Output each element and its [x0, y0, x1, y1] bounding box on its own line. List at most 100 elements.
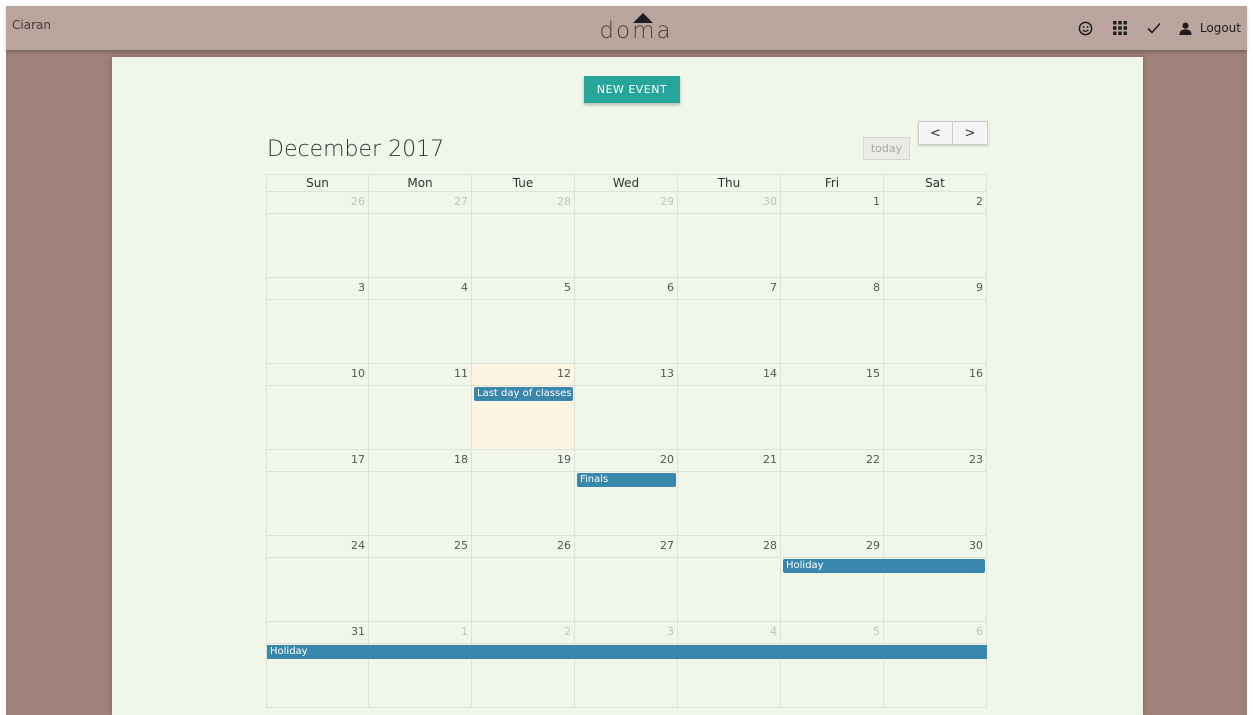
apps-grid-icon[interactable] [1109, 17, 1131, 39]
calendar-event[interactable]: Holiday [267, 645, 987, 659]
day-cell[interactable]: 18 [369, 450, 472, 536]
new-event-button[interactable]: NEW EVENT [584, 76, 680, 103]
day-number[interactable]: 2 [564, 625, 571, 638]
day-number[interactable]: 17 [351, 453, 365, 466]
day-cell[interactable]: 7 [678, 278, 781, 364]
day-number[interactable]: 12 [557, 367, 571, 380]
day-cell-today[interactable]: 12 [472, 364, 575, 450]
day-cell[interactable]: 30 [678, 192, 781, 278]
day-number[interactable]: 24 [351, 539, 365, 552]
day-cell[interactable]: 17 [266, 450, 369, 536]
day-number[interactable]: 1 [461, 625, 468, 638]
day-number[interactable]: 26 [351, 195, 365, 208]
day-number[interactable]: 1 [873, 195, 880, 208]
day-number[interactable]: 16 [969, 367, 983, 380]
day-number[interactable]: 29 [866, 539, 880, 552]
day-cell[interactable]: 22 [781, 450, 884, 536]
day-cell[interactable]: 30 [884, 536, 987, 622]
calendar-event[interactable]: Last day of classes [474, 387, 573, 401]
day-cell[interactable]: 2 [472, 622, 575, 708]
day-cell[interactable]: 25 [369, 536, 472, 622]
day-number[interactable]: 29 [660, 195, 674, 208]
day-number[interactable]: 4 [461, 281, 468, 294]
day-cell[interactable]: 2 [884, 192, 987, 278]
day-cell[interactable]: 13 [575, 364, 678, 450]
today-button[interactable]: today [863, 137, 910, 160]
day-number[interactable]: 15 [866, 367, 880, 380]
day-number[interactable]: 14 [763, 367, 777, 380]
day-cell[interactable]: 23 [884, 450, 987, 536]
day-cell[interactable]: 4 [369, 278, 472, 364]
day-number[interactable]: 22 [866, 453, 880, 466]
day-cell[interactable]: 28 [678, 536, 781, 622]
day-number[interactable]: 3 [667, 625, 674, 638]
day-cell[interactable]: 28 [472, 192, 575, 278]
day-number[interactable]: 6 [667, 281, 674, 294]
day-number[interactable]: 5 [873, 625, 880, 638]
day-cell[interactable]: 5 [472, 278, 575, 364]
day-cell[interactable]: 8 [781, 278, 884, 364]
day-number[interactable]: 25 [454, 539, 468, 552]
calendar-event[interactable]: Finals [577, 473, 676, 487]
day-cell[interactable]: 20 [575, 450, 678, 536]
day-cell[interactable]: 15 [781, 364, 884, 450]
user-name[interactable]: Ciaran [12, 18, 51, 32]
day-cell[interactable]: 4 [678, 622, 781, 708]
day-number[interactable]: 18 [454, 453, 468, 466]
day-cell[interactable]: 3 [575, 622, 678, 708]
day-cell[interactable]: 1 [781, 192, 884, 278]
day-number[interactable]: 7 [770, 281, 777, 294]
day-number[interactable]: 19 [557, 453, 571, 466]
day-number[interactable]: 23 [969, 453, 983, 466]
day-cell[interactable]: 19 [472, 450, 575, 536]
day-number[interactable]: 8 [873, 281, 880, 294]
day-number[interactable]: 4 [770, 625, 777, 638]
day-number[interactable]: 2 [976, 195, 983, 208]
day-number[interactable]: 9 [976, 281, 983, 294]
day-number[interactable]: 31 [351, 625, 365, 638]
day-cell[interactable]: 26 [266, 192, 369, 278]
day-cell[interactable]: 27 [369, 192, 472, 278]
day-cell[interactable]: 29 [575, 192, 678, 278]
day-cell[interactable]: 29 [781, 536, 884, 622]
day-cell[interactable]: 3 [266, 278, 369, 364]
day-cell[interactable]: 6 [884, 622, 987, 708]
day-number[interactable]: 20 [660, 453, 674, 466]
check-icon[interactable] [1143, 17, 1165, 39]
brand-logo[interactable]: doma [591, 13, 681, 50]
day-cell[interactable]: 9 [884, 278, 987, 364]
calendar-event[interactable]: Holiday [783, 559, 985, 573]
day-number[interactable]: 30 [763, 195, 777, 208]
day-number[interactable]: 3 [358, 281, 365, 294]
prev-month-button[interactable]: < [918, 121, 953, 145]
day-number[interactable]: 10 [351, 367, 365, 380]
logout-link[interactable]: Logout [1179, 21, 1241, 35]
day-cell[interactable]: 14 [678, 364, 781, 450]
day-number[interactable]: 27 [454, 195, 468, 208]
day-number[interactable]: 5 [564, 281, 571, 294]
day-cell[interactable]: 16 [884, 364, 987, 450]
next-month-button[interactable]: > [953, 121, 988, 145]
day-cell[interactable]: 10 [266, 364, 369, 450]
day-number[interactable]: 27 [660, 539, 674, 552]
day-cell[interactable]: 11 [369, 364, 472, 450]
day-cell[interactable]: 21 [678, 450, 781, 536]
day-number[interactable]: 30 [969, 539, 983, 552]
day-of-week-sun: Sun [266, 174, 369, 192]
day-cell[interactable]: 27 [575, 536, 678, 622]
day-number[interactable]: 28 [763, 539, 777, 552]
day-number[interactable]: 11 [454, 367, 468, 380]
day-number[interactable]: 21 [763, 453, 777, 466]
day-number-area: 4 [678, 622, 780, 644]
day-number[interactable]: 13 [660, 367, 674, 380]
day-cell[interactable]: 5 [781, 622, 884, 708]
day-cell[interactable]: 31 [266, 622, 369, 708]
day-number[interactable]: 26 [557, 539, 571, 552]
day-cell[interactable]: 26 [472, 536, 575, 622]
day-cell[interactable]: 6 [575, 278, 678, 364]
day-cell[interactable]: 1 [369, 622, 472, 708]
day-cell[interactable]: 24 [266, 536, 369, 622]
day-number[interactable]: 28 [557, 195, 571, 208]
day-number[interactable]: 6 [976, 625, 983, 638]
smiley-icon[interactable] [1075, 17, 1097, 39]
